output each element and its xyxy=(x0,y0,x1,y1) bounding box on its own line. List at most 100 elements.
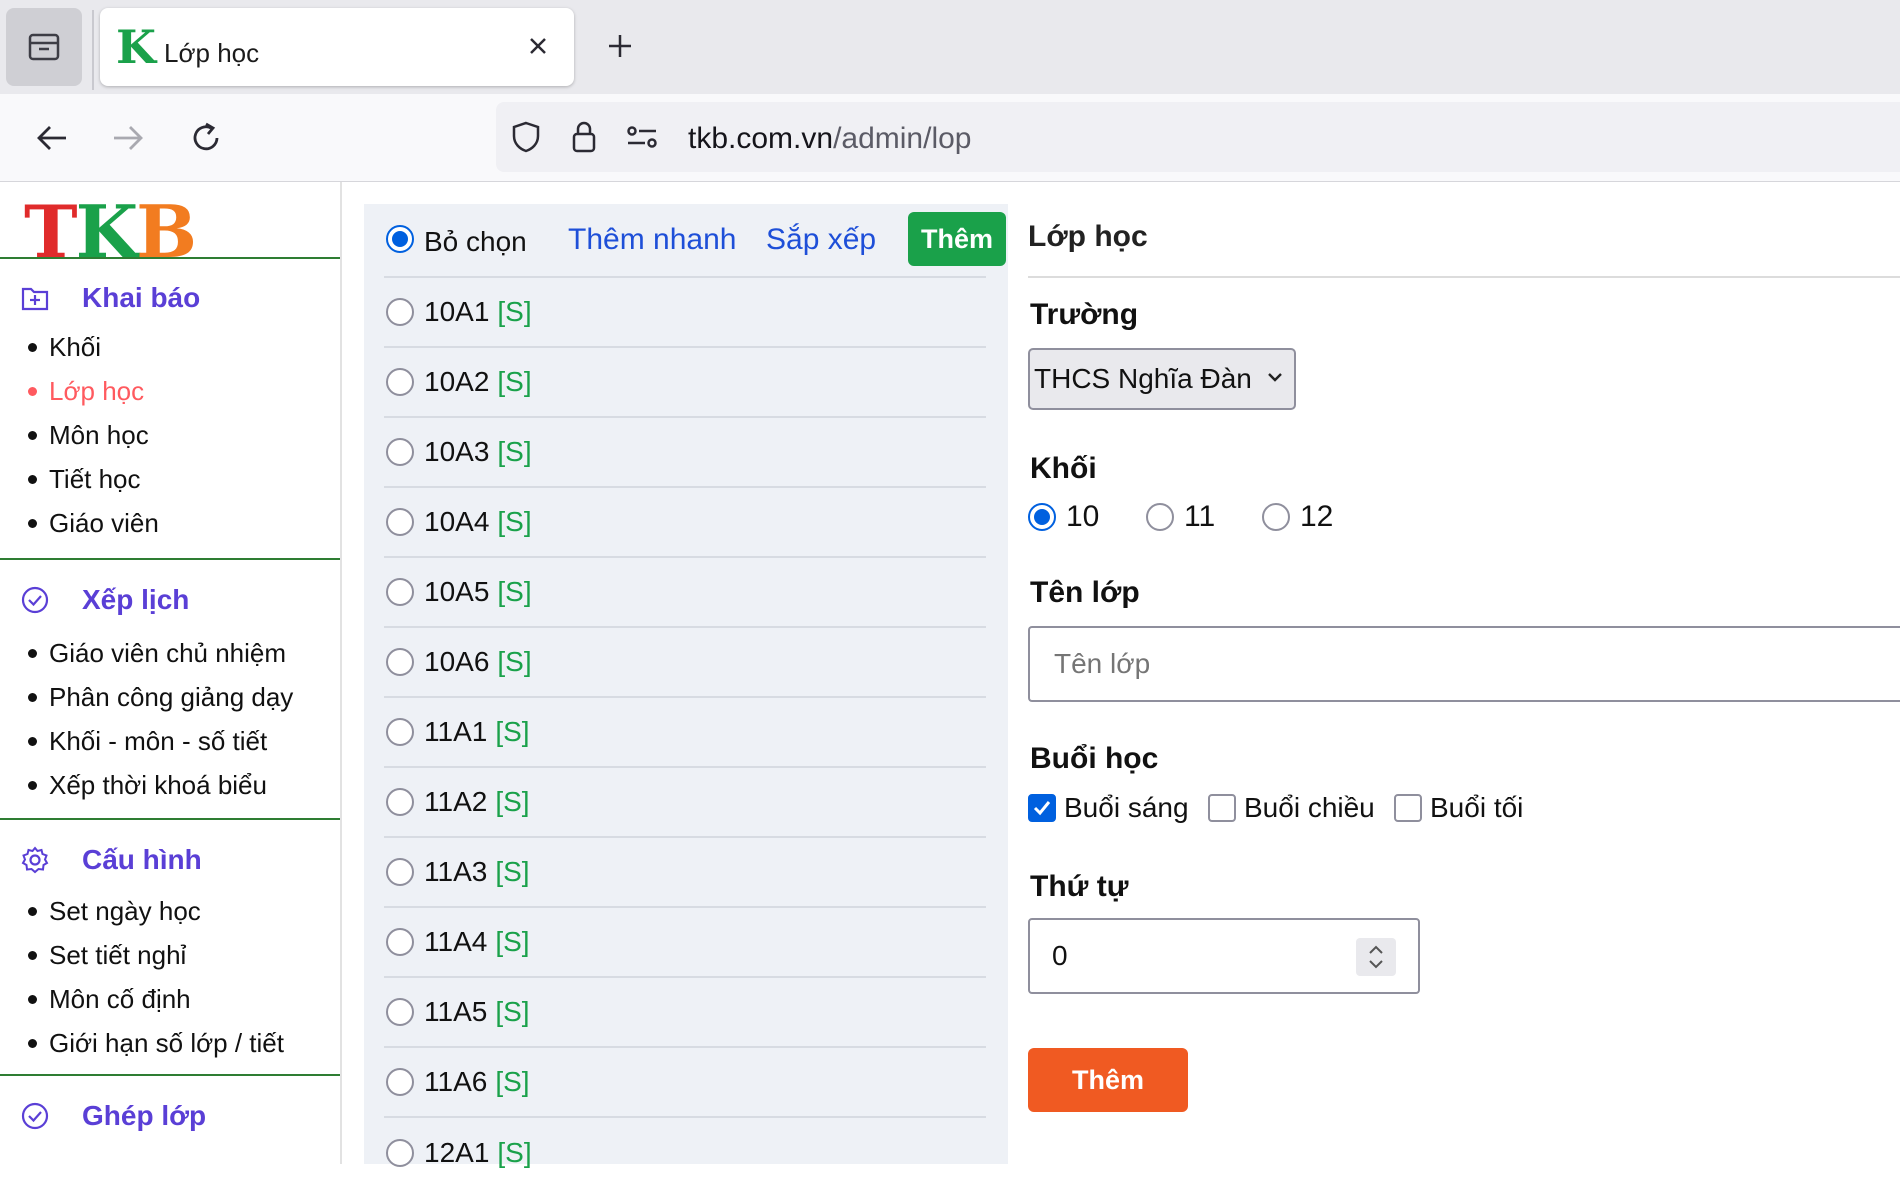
grade-radio[interactable] xyxy=(1262,503,1290,531)
grade-option-11[interactable]: 11 xyxy=(1146,500,1215,534)
add-class-button[interactable]: Thêm xyxy=(908,212,1006,266)
sidebar-item-khoi[interactable]: Khối xyxy=(28,332,101,363)
sidebar-section-ghep-lop[interactable]: Ghép lớp xyxy=(20,1100,206,1132)
sidebar-item-mon-co-dinh[interactable]: Môn cố định xyxy=(28,984,191,1015)
deselect-label[interactable]: Bỏ chọn xyxy=(424,226,527,258)
number-spinner[interactable] xyxy=(1356,938,1396,976)
class-radio[interactable] xyxy=(386,788,414,816)
sidebar-item-khoi-mon-so-tiet[interactable]: Khối - môn - số tiết xyxy=(28,726,267,757)
sidebar-section-title: Xếp lịch xyxy=(82,584,190,615)
order-input[interactable]: 0 xyxy=(1028,918,1420,994)
divider xyxy=(0,1074,340,1076)
check-icon xyxy=(1033,801,1051,816)
session-tag: [S] xyxy=(497,506,532,537)
sidebar-section-cau-hinh[interactable]: Cấu hình xyxy=(20,844,202,876)
class-radio[interactable] xyxy=(386,718,414,746)
site-security-button[interactable] xyxy=(566,119,602,155)
lock-icon xyxy=(572,121,596,153)
grade-label: Khối xyxy=(1030,452,1097,485)
class-radio[interactable] xyxy=(386,1068,414,1096)
session-tag: [S] xyxy=(497,436,532,467)
browser-nav-bar: tkb.com.vn/admin/lop xyxy=(0,94,1900,182)
sidebar-item-phan-cong[interactable]: Phân công giảng dạy xyxy=(28,682,293,713)
class-row-10a5[interactable]: 10A5 [S] xyxy=(384,558,986,628)
class-radio[interactable] xyxy=(386,998,414,1026)
class-row-11a1[interactable]: 11A1 [S] xyxy=(384,698,986,768)
new-tab-button[interactable] xyxy=(598,24,642,68)
session-checkbox[interactable] xyxy=(1394,794,1422,822)
plus-box-icon xyxy=(20,283,50,313)
class-row-11a2[interactable]: 11A2 [S] xyxy=(384,768,986,838)
class-row-11a6[interactable]: 11A6 [S] xyxy=(384,1048,986,1118)
school-select[interactable]: THCS Nghĩa Đàn xyxy=(1028,348,1296,410)
forward-button[interactable] xyxy=(104,114,152,162)
session-checkbox[interactable] xyxy=(1028,794,1056,822)
sidebar-item-lop-hoc[interactable]: Lớp học xyxy=(28,376,144,407)
class-radio[interactable] xyxy=(386,858,414,886)
tracking-protection-button[interactable] xyxy=(508,119,544,155)
session-evening[interactable]: Buổi tối xyxy=(1394,792,1523,824)
sidebar-item-set-ngay-hoc[interactable]: Set ngày học xyxy=(28,896,201,927)
class-row-10a6[interactable]: 10A6 [S] xyxy=(384,628,986,698)
class-radio[interactable] xyxy=(386,438,414,466)
class-row-10a1[interactable]: 10A1 [S] xyxy=(384,278,986,348)
class-row-11a5[interactable]: 11A5 [S] xyxy=(384,978,986,1048)
session-tag: [S] xyxy=(495,716,530,747)
sidebar-item-tiet-hoc[interactable]: Tiết học xyxy=(28,464,141,495)
deselect-radio[interactable] xyxy=(386,225,414,253)
sidebar-item-set-tiet-nghi[interactable]: Set tiết nghỉ xyxy=(28,940,186,971)
session-checkbox[interactable] xyxy=(1208,794,1236,822)
sidebar-section-xep-lich[interactable]: Xếp lịch xyxy=(20,584,189,616)
bullet xyxy=(28,519,37,528)
session-morning[interactable]: Buổi sáng xyxy=(1028,792,1189,824)
sidebar-item-gioi-han[interactable]: Giới hạn số lớp / tiết xyxy=(28,1028,284,1059)
url-text[interactable]: tkb.com.vn/admin/lop xyxy=(688,122,971,156)
submit-add-button[interactable]: Thêm xyxy=(1028,1048,1188,1112)
reload-button[interactable] xyxy=(182,114,230,162)
class-row-10a2[interactable]: 10A2 [S] xyxy=(384,348,986,418)
back-button[interactable] xyxy=(28,114,76,162)
class-row-11a3[interactable]: 11A3 [S] xyxy=(384,838,986,908)
class-name-input[interactable] xyxy=(1028,626,1900,702)
class-row-12a1[interactable]: 12A1 [S] xyxy=(384,1118,986,1188)
grade-option-10[interactable]: 10 xyxy=(1028,500,1099,534)
sidebar-section-khai-bao[interactable]: Khai báo xyxy=(20,282,200,314)
class-radio[interactable] xyxy=(386,928,414,956)
class-row-10a3[interactable]: 10A3 [S] xyxy=(384,418,986,488)
gear-icon xyxy=(20,845,50,875)
url-path: /admin/lop xyxy=(833,122,972,155)
sidebar-item-xep-tkb[interactable]: Xếp thời khoá biểu xyxy=(28,770,267,801)
bullet xyxy=(28,475,37,484)
class-radio[interactable] xyxy=(386,578,414,606)
class-radio[interactable] xyxy=(386,298,414,326)
session-afternoon[interactable]: Buổi chiều xyxy=(1208,792,1375,824)
browser-tab-bar: K Lớp học xyxy=(0,0,1900,94)
class-radio[interactable] xyxy=(386,1139,414,1167)
tkb-logo[interactable]: TKB xyxy=(24,192,197,272)
sort-link[interactable]: Sắp xếp xyxy=(766,223,876,257)
session-tag: [S] xyxy=(495,926,530,957)
bullet xyxy=(28,649,37,658)
sidebar-item-gvcn[interactable]: Giáo viên chủ nhiệm xyxy=(28,638,286,669)
tab-separator xyxy=(92,10,94,90)
class-radio[interactable] xyxy=(386,368,414,396)
grade-option-12[interactable]: 12 xyxy=(1262,500,1333,534)
bullet xyxy=(28,907,37,916)
sidebar-item-mon-hoc[interactable]: Môn học xyxy=(28,420,149,451)
tab-overview-button[interactable] xyxy=(6,8,82,86)
url-bar[interactable]: tkb.com.vn/admin/lop xyxy=(496,102,1900,172)
session-label: Buổi học xyxy=(1030,742,1159,775)
class-radio[interactable] xyxy=(386,648,414,676)
class-row-11a4[interactable]: 11A4 [S] xyxy=(384,908,986,978)
grade-radio[interactable] xyxy=(1146,503,1174,531)
browser-tab[interactable]: K Lớp học xyxy=(100,8,574,86)
site-permissions-button[interactable] xyxy=(624,119,660,155)
class-row-10a4[interactable]: 10A4 [S] xyxy=(384,488,986,558)
class-radio[interactable] xyxy=(386,508,414,536)
tab-close-button[interactable] xyxy=(520,28,556,64)
bullet xyxy=(28,951,37,960)
grade-radio[interactable] xyxy=(1028,503,1056,531)
quick-add-link[interactable]: Thêm nhanh xyxy=(568,223,736,257)
sidebar-section-title: Khai báo xyxy=(82,282,201,313)
sidebar-item-giao-vien[interactable]: Giáo viên xyxy=(28,508,159,539)
